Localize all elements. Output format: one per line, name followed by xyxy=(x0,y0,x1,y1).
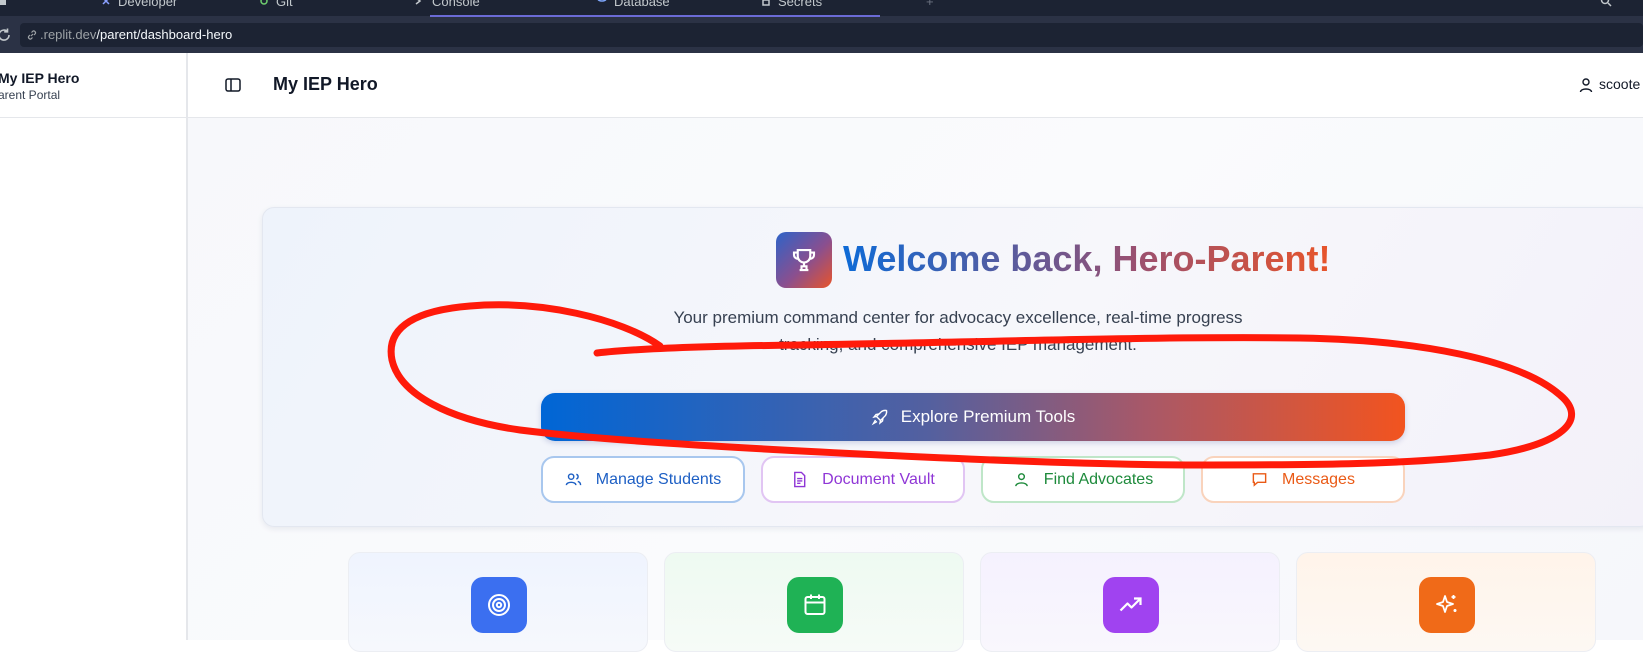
users-icon xyxy=(565,473,582,486)
rocket-icon xyxy=(871,409,888,426)
document-vault-label: Document Vault xyxy=(822,470,935,488)
tab-developer[interactable]: Developer xyxy=(118,0,177,9)
sparkles-icon-badge xyxy=(1419,577,1475,633)
page-title: My IEP Hero xyxy=(273,74,378,94)
document-vault-button[interactable]: Document Vault xyxy=(761,456,965,503)
target-icon-badge xyxy=(471,577,527,633)
calendar-icon xyxy=(804,594,826,615)
file-text-icon xyxy=(794,471,806,488)
welcome-heading: Welcome back, Hero-Parent! xyxy=(843,238,1331,280)
calendar-icon-badge xyxy=(787,577,843,633)
user-icon[interactable] xyxy=(1578,77,1594,93)
console-icon xyxy=(415,0,422,5)
find-advocates-button[interactable]: Find Advocates xyxy=(981,456,1185,503)
goals-card[interactable] xyxy=(348,552,648,652)
developer-icon xyxy=(102,0,110,5)
trophy-badge xyxy=(776,232,832,288)
sidebar-toggle-icon[interactable] xyxy=(224,76,242,94)
tab-git[interactable]: Git xyxy=(276,0,293,9)
trending-up-icon xyxy=(1119,597,1142,612)
reload-icon[interactable] xyxy=(0,25,14,45)
messages-button[interactable]: Messages xyxy=(1201,456,1405,503)
app-header: My IEP Hero scoote xyxy=(188,53,1643,118)
message-square-icon xyxy=(1252,473,1267,487)
workspace-tab-bar: Developer Git Console Database Secrets + xyxy=(0,0,1643,17)
tab-secrets[interactable]: Secrets xyxy=(778,0,822,9)
welcome-name: Hero-Parent! xyxy=(1112,238,1331,279)
manage-students-button[interactable]: Manage Students xyxy=(541,456,745,503)
url-path: /parent/dashboard-hero xyxy=(96,27,233,42)
url-host: .replit.dev xyxy=(40,27,97,42)
welcome-prefix: Welcome back, xyxy=(843,238,1113,279)
calendar-card[interactable] xyxy=(664,552,964,652)
find-advocates-label: Find Advocates xyxy=(1043,470,1154,488)
menu-icon[interactable] xyxy=(0,0,8,7)
welcome-hero-card: Welcome back, Hero-Parent! Your premium … xyxy=(262,207,1643,527)
hero-description: Your premium command center for advocacy… xyxy=(673,308,1243,354)
trophy-icon xyxy=(792,248,816,272)
webview-url-bar: .replit.dev/parent/dashboard-hero xyxy=(0,17,1643,53)
search-icon[interactable] xyxy=(1600,0,1612,7)
sidebar: My IEP Hero arent Portal xyxy=(0,53,188,640)
progress-card[interactable] xyxy=(980,552,1280,652)
explore-premium-tools-label: Explore Premium Tools xyxy=(900,407,1076,426)
url-field[interactable]: .replit.dev/parent/dashboard-hero xyxy=(20,23,1643,47)
database-icon xyxy=(597,0,607,2)
user-icon xyxy=(1014,473,1028,487)
trending-up-icon-badge xyxy=(1103,577,1159,633)
manage-students-label: Manage Students xyxy=(595,470,722,488)
url-text: .replit.dev/parent/dashboard-hero xyxy=(40,27,232,42)
messages-label: Messages xyxy=(1282,470,1355,488)
link-icon xyxy=(27,30,37,40)
sidebar-divider xyxy=(0,117,186,118)
premium-card[interactable] xyxy=(1296,552,1596,652)
user-name[interactable]: scoote xyxy=(1599,76,1640,92)
lock-icon xyxy=(762,0,770,6)
sparkles-icon xyxy=(1436,595,1457,613)
sidebar-brand[interactable]: My IEP Hero xyxy=(0,70,79,86)
target-icon xyxy=(488,594,510,616)
sidebar-subtitle: arent Portal xyxy=(0,88,61,102)
tab-console[interactable]: Console xyxy=(432,0,480,9)
explore-premium-tools-button[interactable]: Explore Premium Tools xyxy=(541,393,1405,441)
main-content: Welcome back, Hero-Parent! Your premium … xyxy=(188,118,1643,652)
new-tab-plus-icon[interactable]: + xyxy=(926,0,934,9)
tab-database[interactable]: Database xyxy=(614,0,670,9)
git-icon xyxy=(260,0,268,5)
